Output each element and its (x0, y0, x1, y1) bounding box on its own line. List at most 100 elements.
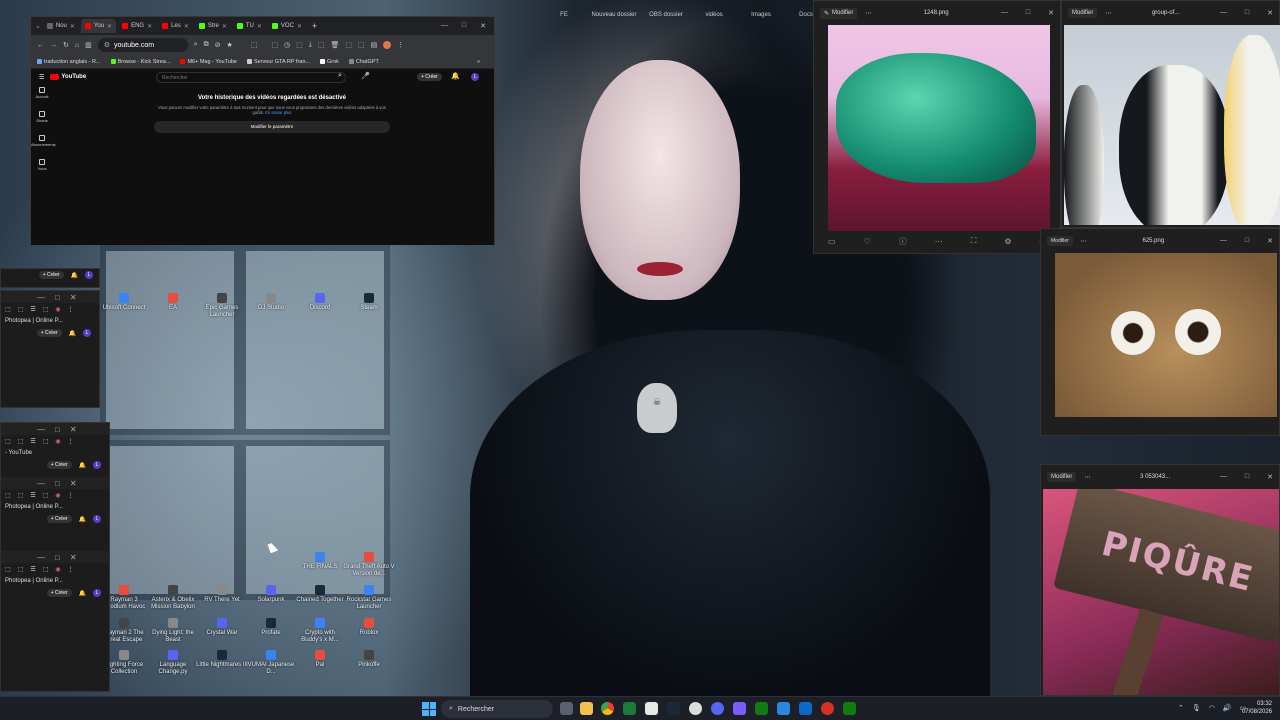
avatar[interactable]: L (85, 271, 93, 279)
avatar[interactable]: L (93, 589, 101, 597)
split-view-icon[interactable]: ▥ (85, 41, 92, 49)
learn-more-link[interactable]: En savoir plus (265, 110, 291, 115)
minimize-icon[interactable]: — (1220, 473, 1227, 481)
tab-new[interactable]: Nou ✕ (43, 19, 79, 33)
ghost-window[interactable]: — □ ✕ ⬚ ⬚ ☰ ⬚ ◉ ⋮ Photopea | Online P... + Crée… (0, 290, 100, 408)
extension-icon[interactable]: ⬚ (251, 41, 258, 49)
create-button[interactable]: + Créer (46, 515, 72, 523)
desktop-icon[interactable]: Pal (294, 650, 346, 669)
photopea-tab-label[interactable]: Photopea | Online P... (5, 504, 63, 510)
more-icon[interactable]: ⋯ (935, 237, 943, 246)
adjust-icon[interactable]: ⚙ (1004, 237, 1011, 246)
desktop-top-icon[interactable]: OBS dossier (640, 12, 692, 19)
photo-viewer-window[interactable]: Modifier ⋯ 625.png — □ ✕ (1040, 228, 1280, 436)
trash-icon[interactable]: 🗑 (331, 41, 340, 49)
profile-avatar[interactable] (383, 41, 392, 49)
maximize-icon[interactable]: □ (1245, 473, 1249, 481)
reload-icon[interactable]: ↻ (63, 41, 69, 49)
more-icon[interactable]: ⋯ (1084, 474, 1090, 481)
photopea-tab-label[interactable]: Photopea | Online P... (5, 578, 63, 584)
more-icon[interactable]: ⋯ (1105, 10, 1111, 17)
minimize-icon[interactable]: — (1001, 9, 1008, 17)
desktop-icon[interactable]: RV There Yet (196, 585, 248, 604)
extension-icon[interactable]: ⬚ (318, 41, 325, 49)
download-icon[interactable]: ⤓ (309, 41, 312, 49)
create-button[interactable]: + Créer (38, 271, 64, 279)
tab-voc[interactable]: VOC ✕ (268, 19, 306, 33)
tab-tu[interactable]: TU ✕ (233, 19, 266, 33)
forward-icon[interactable]: → (50, 42, 57, 49)
photo-viewer-window[interactable]: ✎Modifier ⋯ 1248.png — □ ✕ ▭ ♡ ⓘ ⋯ ⛶ ⚙ ⤢ (813, 0, 1061, 254)
minimize-icon[interactable]: — (1220, 237, 1227, 245)
crop-icon[interactable]: ⛶ (971, 236, 977, 246)
microphone-icon[interactable]: 🎙 (1192, 704, 1201, 712)
desktop-icon[interactable]: Crypto with Buddy's x M... (294, 618, 346, 644)
bookmark-item[interactable]: Browse - Kick Strea... (110, 59, 170, 65)
create-button[interactable]: + Créer (46, 461, 72, 469)
ghost-window[interactable]: — □ ✕ ⬚ ⬚ ☰ ⬚ ◉ ⋮ - YouTube + Créer 🔔 L — □ ✕ ⬚ ⬚ ☰… (0, 422, 110, 692)
desktop-icon[interactable]: Little Nightmares III (196, 650, 248, 669)
tab-stre[interactable]: Stre ✕ (195, 19, 231, 33)
terminal-icon[interactable] (623, 702, 636, 715)
chrome-icon[interactable] (601, 702, 614, 715)
info-icon[interactable]: ⓘ (899, 236, 907, 247)
search-icon[interactable]: ⌕ (338, 72, 342, 80)
extension-icon[interactable]: ⬚ (271, 41, 278, 49)
browser-window[interactable]: ⌄ Nou ✕ You ✕ ENG ✕ Les ✕ Stre ✕ TU ✕ VOC ✕ + —… (30, 16, 495, 245)
site-info-icon[interactable]: ⚙ (104, 41, 110, 49)
store-icon[interactable] (799, 702, 812, 715)
search-icon[interactable]: ⌕ (194, 41, 198, 49)
steam-icon[interactable] (667, 702, 680, 715)
close-tab-icon[interactable]: ✕ (222, 23, 227, 30)
desktop-top-icon[interactable]: Nouveau dossier (588, 12, 640, 19)
address-bar[interactable]: ⚙ youtube.com (97, 38, 188, 52)
extension-icon[interactable]: ⬚ (296, 41, 303, 49)
desktop-icon[interactable]: DJ Studio (245, 293, 297, 312)
tab-youtube[interactable]: You ✕ (80, 19, 117, 33)
bell-icon[interactable]: 🔔 (451, 72, 460, 80)
close-tab-icon[interactable]: ✕ (147, 23, 152, 30)
close-icon[interactable]: ✕ (1267, 237, 1273, 245)
desktop-icon[interactable]: Dying Light: the Beast (147, 618, 199, 644)
desktop-icon[interactable]: Solarpunk (245, 585, 297, 604)
app-icon[interactable] (733, 702, 746, 715)
desktop-icon[interactable]: Chained Together (294, 585, 346, 604)
avatar[interactable]: L (93, 515, 101, 523)
tab-eng[interactable]: ENG ✕ (118, 19, 156, 33)
xbox-icon[interactable] (843, 702, 856, 715)
bookmark-item[interactable]: M6+ Mag - YouTube (180, 59, 237, 65)
edit-button[interactable]: ✎ Modifier (820, 7, 858, 19)
desktop-icon[interactable]: Crystal War (196, 618, 248, 637)
desktop-icon[interactable]: Pinkoffe (343, 650, 395, 669)
photo-viewer-window[interactable]: Modifier ⋯ 3 053043... — □ ✕ PIQÛRE (1040, 464, 1280, 696)
sidebar-item-home[interactable]: Accueil (31, 87, 53, 99)
create-button[interactable]: + Créer (417, 73, 442, 81)
bell-icon[interactable]: 🔔 (71, 272, 78, 279)
youtube-tab-label[interactable]: - YouTube (5, 450, 32, 456)
desktop-icon[interactable]: Roblox (343, 618, 395, 637)
desktop-icon[interactable]: Steam (343, 293, 395, 312)
photo-viewer-window[interactable]: Modifier ⋯ group-of... — □ ✕ (1061, 0, 1280, 228)
desktop-icon[interactable]: Discord (294, 293, 346, 312)
tab-list-chevron-icon[interactable]: ⌄ (35, 22, 41, 30)
sidebar-item-shorts[interactable]: Shorts (31, 111, 53, 123)
sidebar-item-you[interactable]: Vous (31, 159, 53, 171)
volume-icon[interactable]: 🔊 (1223, 704, 1232, 712)
close-icon[interactable]: ✕ (1267, 9, 1273, 17)
bookmark-item[interactable]: ChatGPT (348, 59, 379, 65)
chevron-up-icon[interactable]: ⌃ (1178, 704, 1184, 712)
microphone-icon[interactable]: 🎤 (361, 72, 370, 80)
youtube-logo[interactable]: YouTube (50, 74, 86, 80)
avatar[interactable]: L (93, 461, 101, 469)
tab-les[interactable]: Les ✕ (158, 19, 193, 33)
discord-icon[interactable] (711, 702, 724, 715)
desktop-icon[interactable]: Language Change.py (147, 650, 199, 676)
menu-icon[interactable]: ⋮ (397, 41, 404, 49)
history-icon[interactable]: ◷ (284, 41, 290, 49)
desktop-icon[interactable]: Rockstar Games Launcher (343, 585, 395, 611)
desktop-icon[interactable]: Epic Games Launcher (196, 293, 248, 319)
desktop-icon[interactable]: VUMAI Japanese D... (245, 650, 297, 676)
sidebar-item-subscriptions[interactable]: Abonnements (31, 135, 56, 147)
maximize-icon[interactable]: □ (1245, 9, 1249, 17)
maximize-icon[interactable]: □ (1026, 9, 1030, 17)
